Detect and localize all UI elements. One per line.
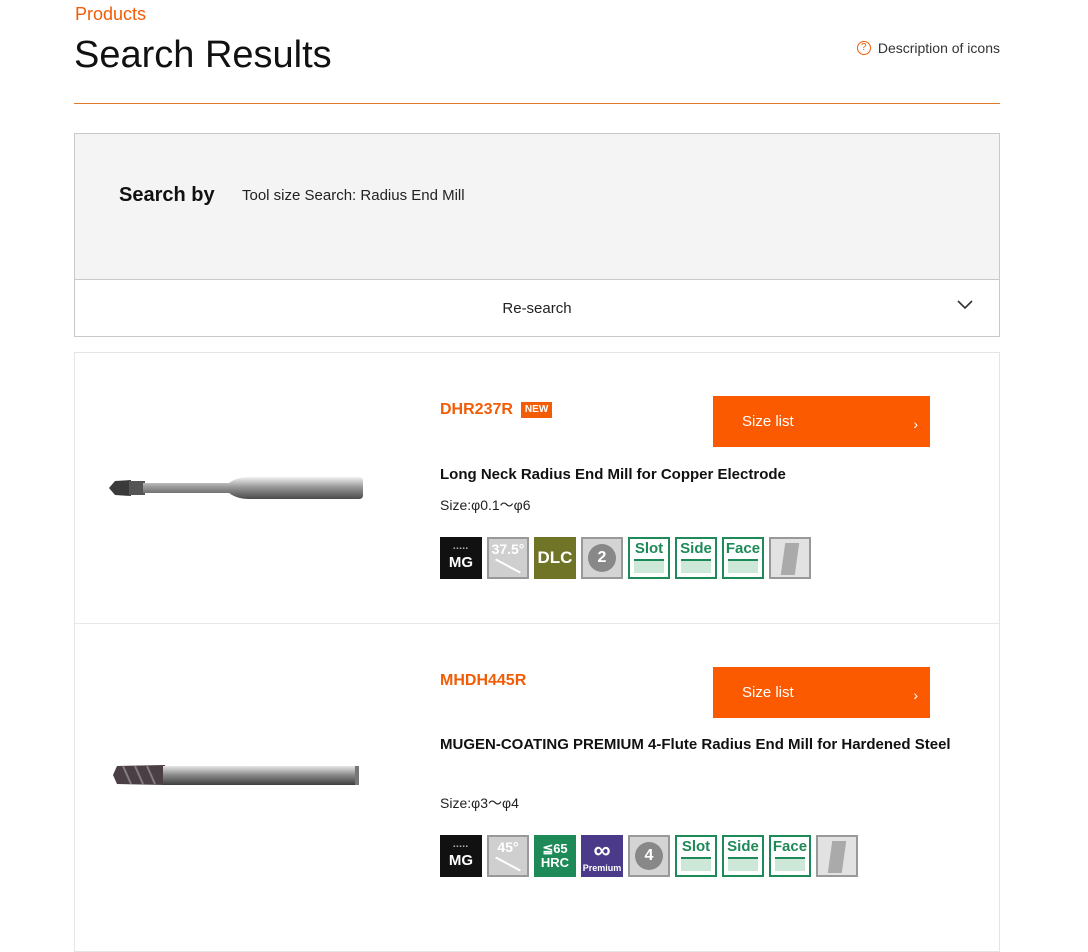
size-list-label: Size list — [742, 413, 794, 430]
feature-icons: ▪▪▪▪▪ MG 37.5° DLC 2 Slot Side Face — [440, 537, 811, 579]
product-code-link[interactable]: DHR237R NEW — [440, 401, 553, 419]
product-name: MUGEN-COATING PREMIUM 4-Flute Radius End… — [440, 736, 951, 753]
search-by-value: Tool size Search: Radius End Mill — [242, 187, 465, 204]
face-icon: Face — [769, 835, 811, 877]
helix-angle-icon: 45° — [487, 835, 529, 877]
search-conditions-box: Search by Tool size Search: Radius End M… — [74, 133, 1000, 337]
size-list-button[interactable]: Size list › — [713, 667, 930, 718]
mg-icon: ▪▪▪▪▪ MG — [440, 537, 482, 579]
long-neck-icon — [816, 835, 858, 877]
feature-icons: ▪▪▪▪▪ MG 45° ≦65 HRC ∞ Premium 4 Slot Side … — [440, 835, 858, 877]
product-code-link[interactable]: MHDH445R — [440, 672, 526, 690]
product-name: Long Neck Radius End Mill for Copper Ele… — [440, 466, 786, 483]
product-item: MHDH445R Size list › MUGEN-COATING PREMI… — [75, 624, 999, 924]
long-neck-icon — [769, 537, 811, 579]
chevron-right-icon: › — [913, 687, 918, 703]
product-item: DHR237R NEW Size list › Long Neck Radius… — [75, 353, 999, 624]
search-conditions: Search by Tool size Search: Radius End M… — [75, 134, 999, 280]
results-list: DHR237R NEW Size list › Long Neck Radius… — [74, 352, 1000, 952]
chevron-down-icon — [957, 300, 973, 310]
icons-description-link[interactable]: ? Description of icons — [856, 40, 1000, 56]
title-divider — [74, 103, 1000, 104]
icons-description-label: Description of icons — [877, 40, 1000, 56]
product-code: DHR237R — [440, 401, 513, 418]
product-image — [113, 765, 359, 785]
new-badge: NEW — [520, 402, 553, 418]
chevron-right-icon: › — [913, 416, 918, 432]
premium-coating-icon: ∞ Premium — [581, 835, 623, 877]
face-icon: Face — [722, 537, 764, 579]
hrc-icon: ≦65 HRC — [534, 835, 576, 877]
size-list-button[interactable]: Size list › — [713, 396, 930, 447]
research-toggle[interactable]: Re-search — [75, 280, 999, 337]
product-size: Size:φ3～φ4 — [440, 795, 519, 811]
side-icon: Side — [722, 835, 764, 877]
product-size: Size:φ0.1～φ6 — [440, 497, 531, 513]
mg-icon: ▪▪▪▪▪ MG — [440, 835, 482, 877]
page-title: Search Results — [74, 34, 332, 76]
side-icon: Side — [675, 537, 717, 579]
slot-icon: Slot — [628, 537, 670, 579]
flutes-icon: 4 — [628, 835, 670, 877]
helix-angle-icon: 37.5° — [487, 537, 529, 579]
breadcrumb[interactable]: Products — [75, 4, 146, 25]
flutes-icon: 2 — [581, 537, 623, 579]
question-circle-icon: ? — [856, 41, 871, 55]
search-by-label: Search by — [119, 184, 215, 206]
size-list-label: Size list — [742, 684, 794, 701]
dlc-coating-icon: DLC — [534, 537, 576, 579]
research-label: Re-search — [502, 300, 572, 317]
slot-icon: Slot — [675, 835, 717, 877]
product-image — [109, 477, 363, 499]
product-code: MHDH445R — [440, 672, 527, 689]
